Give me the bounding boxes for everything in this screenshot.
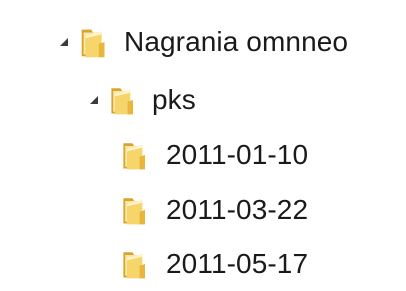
- folder-icon: [123, 252, 145, 279]
- folder-icon: [123, 143, 145, 170]
- tree-node-2011-03-22[interactable]: 2011-03-22: [118, 190, 308, 230]
- tree-node-label: 2011-03-22: [166, 194, 309, 225]
- collapse-triangle-icon[interactable]: [88, 94, 100, 106]
- tree-node-2011-05-17[interactable]: 2011-05-17: [118, 244, 308, 284]
- tree-node-label: 2011-01-10: [166, 139, 309, 170]
- tree-node-label: pks: [152, 84, 196, 115]
- collapse-triangle-icon[interactable]: [58, 36, 70, 48]
- tree-node-pks[interactable]: pks: [58, 80, 196, 120]
- tree-node-label: Nagrania omnneo: [124, 26, 349, 57]
- folder-tree: Nagrania omnneo pks 2011-01-10 2011-03-2…: [0, 0, 406, 291]
- tree-node-nagrania-omnneo[interactable]: Nagrania omnneo: [58, 22, 348, 62]
- folder-icon: [111, 88, 133, 115]
- tree-node-2011-01-10[interactable]: 2011-01-10: [118, 135, 308, 175]
- folder-icon: [81, 29, 105, 58]
- folder-icon: [123, 198, 145, 225]
- tree-node-label: 2011-05-17: [166, 248, 309, 279]
